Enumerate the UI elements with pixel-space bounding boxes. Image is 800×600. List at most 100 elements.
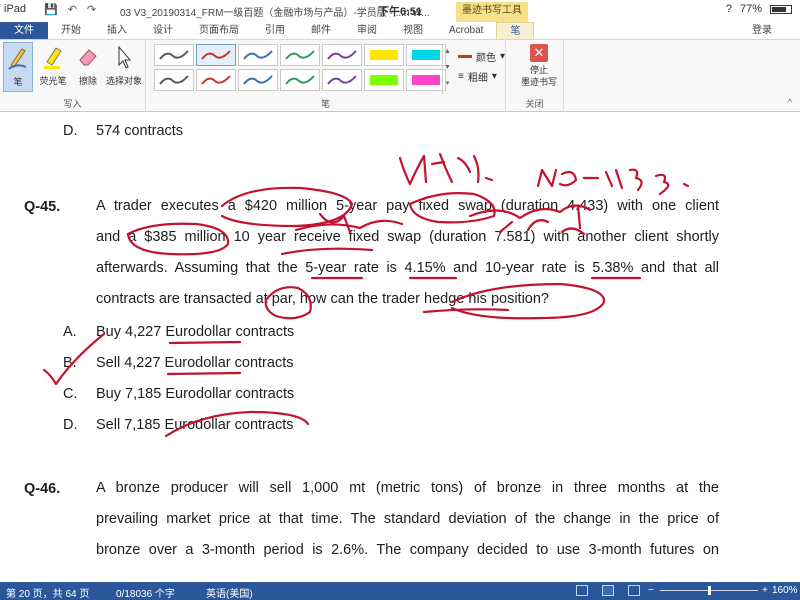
login-link[interactable]: 登录 (752, 22, 772, 40)
title-bar: iPad 💾 ↶ ↷ 03 V3_20190314_FRM一级百题（金融市场与产… (0, 0, 800, 22)
pen-tool-button[interactable]: 笔 (3, 42, 33, 92)
pen-color-button[interactable]: 颜色 ▾ (458, 46, 505, 66)
stop-inking-button[interactable]: ✕ 停止 墨迹书写 (516, 44, 562, 88)
pen-style-swatch[interactable] (154, 44, 194, 66)
option-a-letter: A. (63, 324, 77, 340)
q45-line: and a $385 million 10 year receive fixed… (96, 229, 719, 245)
battery-indicator: ? 77% (726, 3, 792, 15)
pen-thickness-label: 粗细 (467, 72, 488, 84)
option-b-text: Sell 4,227 Eurodollar contracts (96, 355, 294, 371)
prev-option-text: 574 contracts (96, 123, 184, 139)
quick-access-toolbar: 💾 ↶ ↷ (44, 3, 96, 16)
tab-review[interactable]: 审阅 (344, 22, 390, 39)
chevron-down-icon: ▾ (491, 70, 497, 82)
zoom-in-icon[interactable]: + (762, 585, 768, 596)
tab-acrobat[interactable]: Acrobat (436, 22, 496, 39)
highlighter-icon (44, 47, 62, 69)
eraser-tool-label: 擦除 (78, 76, 97, 86)
option-d-text: Sell 7,185 Eurodollar contracts (96, 417, 294, 433)
ink-scribble (398, 152, 494, 186)
pen-icon (8, 48, 27, 70)
close-group: ✕ 停止 墨迹书写 关闭 (506, 40, 564, 112)
q45-line: A trader executes a $420 million 5-year … (96, 198, 719, 214)
zoom-level[interactable]: 160% (772, 585, 798, 596)
pen-style-swatch[interactable] (238, 44, 278, 66)
pen-style-swatch[interactable] (196, 44, 236, 66)
stop-inking-label-1: 停止 (529, 65, 548, 75)
chevron-down-icon: ▾ (499, 50, 505, 62)
tab-view[interactable]: 视图 (390, 22, 436, 39)
zoom-out-icon[interactable]: − (648, 585, 654, 596)
ribbon-tabs: 文件 开始 插入 设计 页面布局 引用 邮件 审阅 视图 Acrobat 笔 登… (0, 22, 800, 40)
highlighter-tool-button[interactable]: 荧光笔 (36, 42, 70, 92)
pen-style-swatch[interactable] (196, 69, 236, 91)
pen-stroke-icon (201, 75, 231, 85)
select-objects-label: 选择对象 (105, 76, 142, 86)
context-tab-ink-tools: 墨迹书写工具 (456, 2, 528, 22)
tab-page-layout[interactable]: 页面布局 (186, 22, 252, 39)
pen-style-swatch[interactable] (154, 69, 194, 91)
pen-style-swatch[interactable] (364, 69, 404, 91)
q46-line: bronze over a 3-month period is 2.6%. Th… (96, 542, 719, 558)
tab-pen[interactable]: 笔 (496, 22, 535, 39)
undo-icon[interactable]: ↶ (68, 3, 77, 16)
pen-stroke-icon (201, 50, 231, 60)
collapse-ribbon-icon[interactable]: ^ (788, 97, 792, 107)
pen-stroke-icon (243, 50, 273, 60)
close-group-label: 关闭 (525, 99, 544, 109)
pen-style-swatch[interactable] (322, 44, 362, 66)
document-canvas[interactable]: D. 574 contracts Q-45. A trader executes… (0, 112, 800, 582)
language-indicator[interactable]: 英语(美国) (206, 585, 253, 600)
option-a-text: Buy 4,227 Eurodollar contracts (96, 324, 295, 340)
pen-style-swatch[interactable] (364, 44, 404, 66)
eraser-icon (79, 49, 97, 66)
ribbon: 笔 荧光笔 擦除 选择对象 写入 ▲ ▼ ▾ 颜色 ▾ ≡ 粗细 ▾ 笔 ✕ 停止 墨迹书… (0, 40, 800, 112)
tab-mailings[interactable]: 邮件 (298, 22, 344, 39)
close-icon: ✕ (530, 44, 548, 62)
tab-references[interactable]: 引用 (252, 22, 298, 39)
web-layout-icon[interactable] (628, 585, 640, 596)
option-d-letter: D. (63, 417, 78, 433)
pen-color-label: 颜色 (475, 52, 496, 64)
pen-gallery-scroll[interactable]: ▲ ▼ ▾ (442, 44, 452, 94)
color-swatch-icon (458, 54, 472, 58)
pen-stroke-icon (159, 50, 189, 60)
select-objects-button[interactable]: 选择对象 (104, 42, 144, 92)
option-b-letter: B. (63, 355, 77, 371)
ink-underline-eurodollar-b (166, 371, 242, 376)
q45-line: contracts are transacted at par, how can… (96, 291, 549, 307)
tab-home[interactable]: 开始 (48, 22, 94, 39)
read-mode-icon[interactable] (576, 585, 588, 596)
question-46-text: A bronze producer will sell 1,000 mt (me… (96, 473, 719, 566)
pen-style-swatch[interactable] (280, 44, 320, 66)
write-group: 笔 荧光笔 擦除 选择对象 写入 (0, 40, 146, 112)
print-layout-icon[interactable] (602, 585, 614, 596)
highlighter-swatch-icon (370, 50, 398, 60)
q46-line: prevailing market price at that time. Th… (96, 511, 719, 527)
page-count[interactable]: 第 20 页，共 64 页 (6, 585, 89, 600)
word-count[interactable]: 0/18036 个字 (116, 585, 175, 600)
write-group-label: 写入 (63, 99, 82, 109)
pen-style-swatch[interactable] (406, 44, 446, 66)
pen-style-swatch[interactable] (280, 69, 320, 91)
pen-stroke-icon (327, 75, 357, 85)
eraser-tool-button[interactable]: 擦除 (73, 42, 103, 92)
battery-percent: 77% (739, 3, 762, 15)
save-icon[interactable]: 💾 (44, 3, 58, 16)
option-c-letter: C. (63, 386, 78, 402)
highlighter-swatch-icon (370, 75, 398, 85)
redo-icon[interactable]: ↷ (87, 3, 96, 16)
pen-stroke-icon (159, 75, 189, 85)
zoom-slider-thumb[interactable] (708, 586, 711, 595)
pen-thickness-button[interactable]: ≡ 粗细 ▾ (458, 66, 505, 86)
pen-style-swatch[interactable] (238, 69, 278, 91)
pen-style-swatch[interactable] (322, 69, 362, 91)
pen-stroke-icon (327, 50, 357, 60)
pen-style-swatch[interactable] (406, 69, 446, 91)
tab-file[interactable]: 文件 (0, 22, 48, 39)
device-label: iPad (4, 3, 27, 15)
help-icon[interactable]: ? (726, 3, 732, 15)
tab-design[interactable]: 设计 (140, 22, 186, 39)
tab-insert[interactable]: 插入 (94, 22, 140, 39)
highlighter-swatch-icon (412, 75, 440, 85)
